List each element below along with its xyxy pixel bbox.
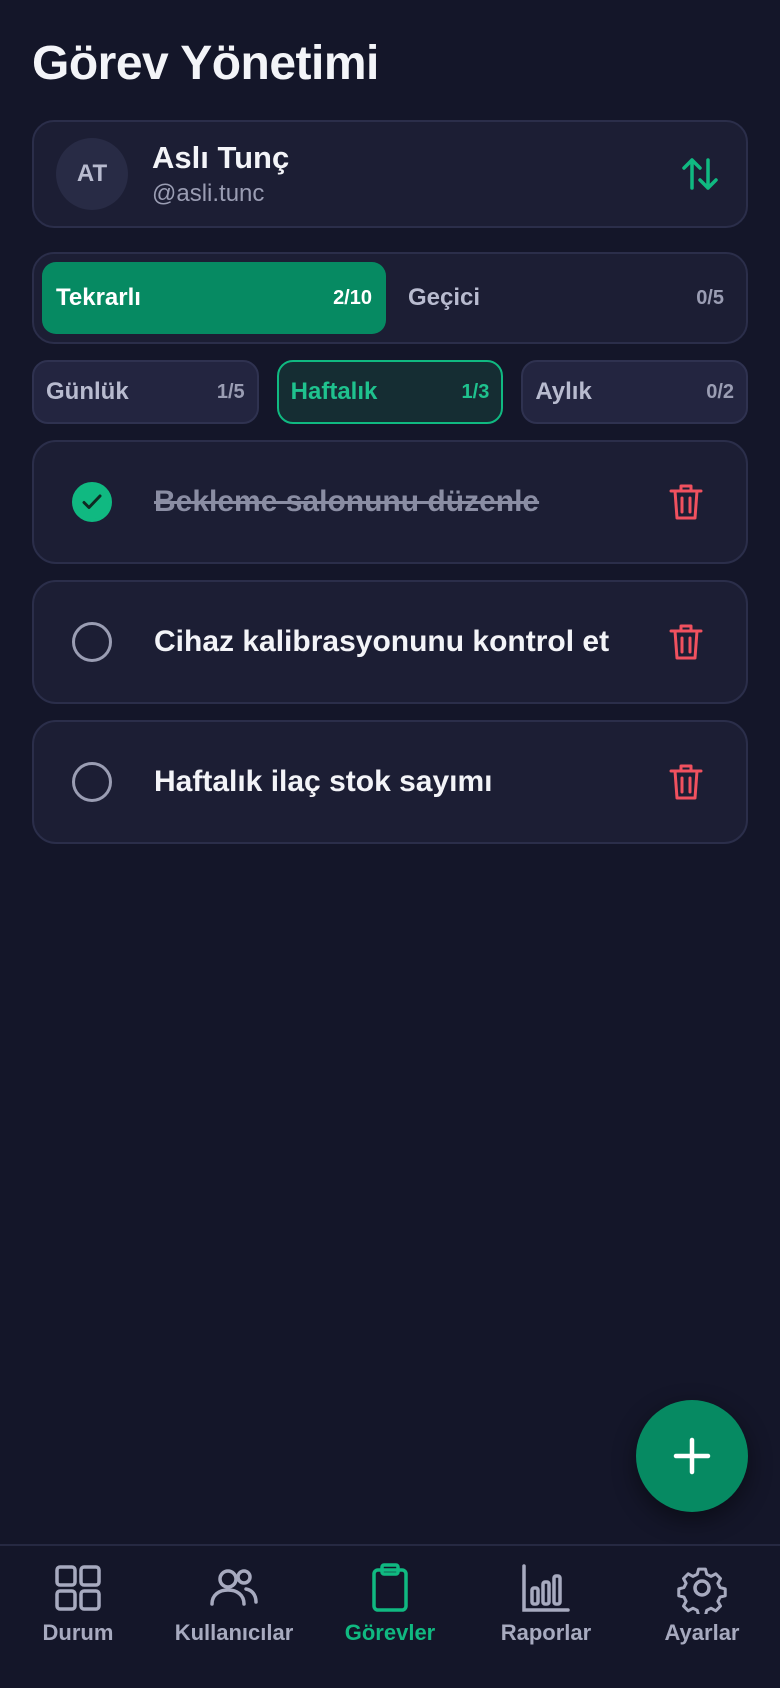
tab-label: Haftalık <box>290 378 378 405</box>
tab-temporary[interactable]: Geçici 0/5 <box>394 262 738 334</box>
nav-item-settings[interactable]: Ayarlar <box>624 1546 780 1688</box>
tab-monthly[interactable]: Aylık 0/2 <box>521 360 749 424</box>
bottom-nav: Durum Kullanıcılar Görevler Raporlar Aya… <box>0 1544 780 1688</box>
clipboard-icon <box>372 1563 408 1612</box>
bar-chart-icon <box>522 1564 570 1612</box>
nav-item-tasks[interactable]: Görevler <box>312 1546 468 1688</box>
grid-icon <box>55 1565 101 1611</box>
nav-label: Ayarlar <box>664 1620 740 1645</box>
task-type-tabs: Tekrarlı 2/10 Geçici 0/5 <box>32 252 748 344</box>
task-title: Cihaz kalibrasyonunu kontrol et <box>154 625 610 658</box>
nav-item-status[interactable]: Durum <box>0 1546 156 1688</box>
page-title: Görev Yönetimi <box>32 37 379 90</box>
gear-icon <box>677 1567 727 1614</box>
task-item: Cihaz kalibrasyonunu kontrol et <box>32 580 748 704</box>
tab-count: 2/10 <box>333 286 372 309</box>
delete-task-button[interactable] <box>662 478 710 526</box>
tab-label: Tekrarlı <box>56 284 141 311</box>
task-management-screen: Görev Yönetimi AT Aslı Tunç @asli.tunc T… <box>0 0 780 1688</box>
task-checkbox[interactable] <box>72 622 112 662</box>
tab-count: 0/2 <box>706 380 735 403</box>
avatar: AT <box>56 138 128 210</box>
task-title: Bekleme salonunu düzenle <box>154 485 540 518</box>
task-item: Bekleme salonunu düzenle <box>32 440 748 564</box>
delete-task-button[interactable] <box>662 618 710 666</box>
task-checkbox[interactable] <box>72 482 112 522</box>
task-list: Bekleme salonunu düzenle Cihaz kalibrasy… <box>32 440 748 860</box>
user-handle: @asli.tunc <box>152 180 265 207</box>
task-title: Haftalık ilaç stok sayımı <box>154 765 493 798</box>
tab-count: 0/5 <box>696 286 724 309</box>
tab-daily[interactable]: Günlük 1/5 <box>32 360 259 424</box>
tab-count: 1/5 <box>216 380 245 403</box>
user-card: AT Aslı Tunç @asli.tunc <box>32 120 748 228</box>
tab-label: Geçici <box>408 284 481 311</box>
swap-vertical-icon <box>682 158 718 190</box>
users-icon <box>210 1569 258 1606</box>
trash-icon <box>669 764 703 800</box>
task-checkbox[interactable] <box>72 762 112 802</box>
check-icon <box>82 494 102 509</box>
frequency-tabs: Günlük 1/5 Haftalık 1/3 Aylık 0/2 <box>32 360 749 424</box>
user-info: Aslı Tunç @asli.tunc <box>152 140 676 208</box>
tab-label: Aylık <box>535 378 592 405</box>
switch-user-button[interactable] <box>676 150 724 198</box>
add-task-button[interactable] <box>636 1400 748 1512</box>
nav-label: Durum <box>42 1620 114 1645</box>
user-name: Aslı Tunç <box>152 140 290 175</box>
tab-recurring[interactable]: Tekrarlı 2/10 <box>42 262 386 334</box>
delete-task-button[interactable] <box>662 758 710 806</box>
tab-weekly[interactable]: Haftalık 1/3 <box>276 360 504 424</box>
trash-icon <box>669 484 703 520</box>
nav-label: Raporlar <box>500 1620 592 1645</box>
task-item: Haftalık ilaç stok sayımı <box>32 720 748 844</box>
nav-label: Kullanıcılar <box>174 1620 294 1645</box>
trash-icon <box>669 624 703 660</box>
nav-item-users[interactable]: Kullanıcılar <box>156 1546 312 1688</box>
tab-count: 1/3 <box>461 380 490 403</box>
plus-icon <box>673 1437 711 1475</box>
nav-item-reports[interactable]: Raporlar <box>468 1546 624 1688</box>
nav-label: Görevler <box>344 1620 436 1645</box>
tab-label: Günlük <box>46 378 129 405</box>
